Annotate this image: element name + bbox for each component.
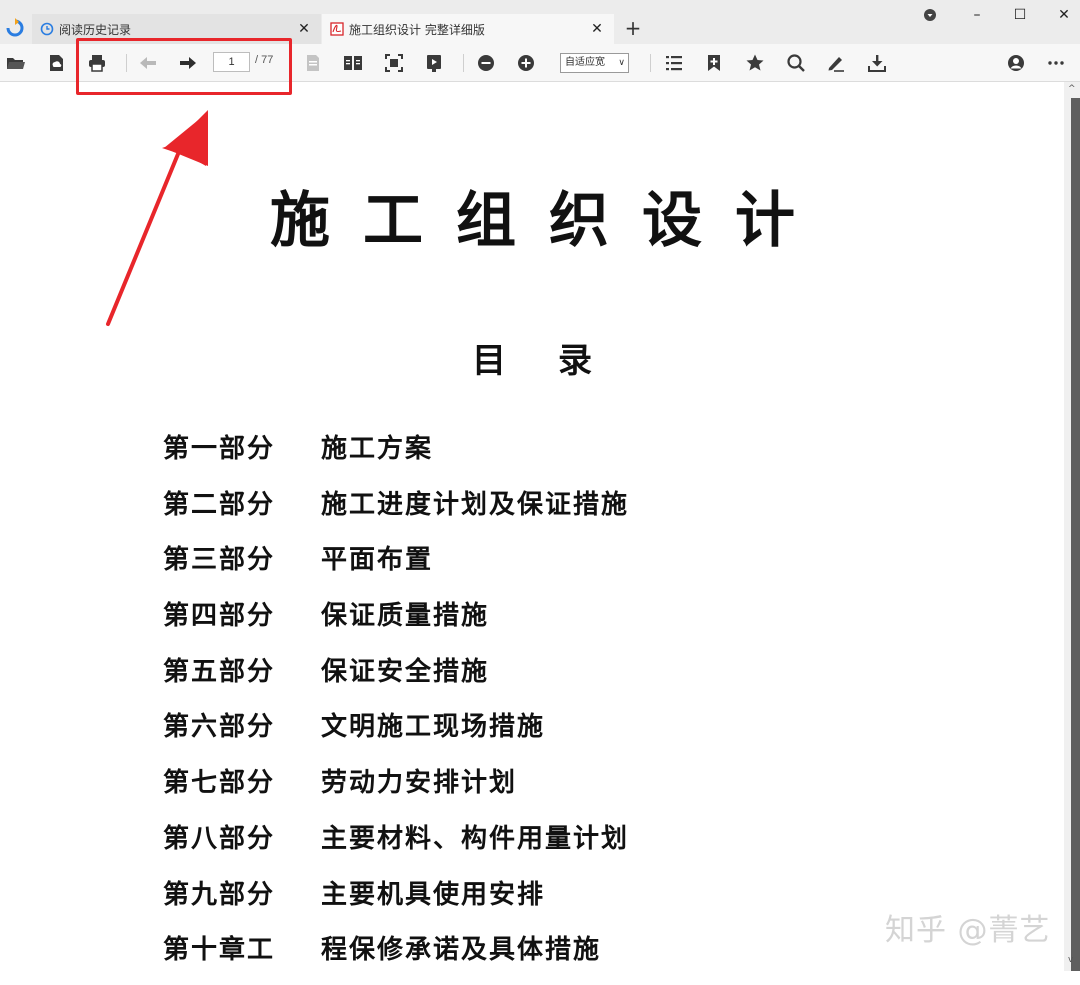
pdf-icon	[330, 22, 344, 36]
history-icon	[40, 22, 54, 36]
zoom-select[interactable]: 自适应宽 ∨	[560, 53, 629, 73]
download-icon[interactable]	[867, 53, 887, 73]
toolbar-divider	[650, 54, 651, 72]
tab-document[interactable]: 施工组织设计 完整详细版 ✕	[322, 14, 614, 44]
annotation-arrow-icon	[106, 110, 208, 326]
more-options-icon[interactable]	[1046, 53, 1066, 73]
toc-part-label: 第二部分	[163, 489, 276, 520]
close-window-button[interactable]: ✕	[1051, 4, 1077, 26]
account-menu-icon[interactable]	[917, 4, 943, 26]
toc-title: 保证安全措施	[321, 656, 490, 687]
zoom-in-icon[interactable]	[516, 53, 536, 73]
annotate-pen-icon[interactable]	[826, 53, 846, 73]
toc-title: 施工方案	[321, 434, 434, 464]
user-account-icon[interactable]	[1006, 53, 1026, 73]
scrollbar-thumb[interactable]	[1071, 98, 1080, 971]
fit-page-icon[interactable]	[384, 53, 404, 73]
outline-list-icon[interactable]	[664, 53, 684, 73]
toc-part-label: 第十章工	[163, 935, 276, 966]
toc-part-label: 第四部分	[163, 601, 276, 632]
two-page-icon[interactable]	[343, 53, 363, 73]
new-tab-button[interactable]: +	[622, 17, 644, 39]
zoom-out-icon[interactable]	[476, 53, 496, 73]
toc-title: 主要材料、构件用量计划	[321, 823, 630, 854]
toc-part-label: 第七部分	[163, 768, 276, 799]
add-bookmark-icon[interactable]	[704, 53, 724, 73]
toc-part-label: 第三部分	[163, 545, 276, 576]
minimize-button[interactable]: –	[964, 4, 990, 26]
toc-title: 保证质量措施	[321, 601, 490, 632]
toc-title: 程保修承诺及具体措施	[321, 935, 602, 966]
watermark: 知乎 @菁艺	[885, 913, 1051, 948]
app-logo-icon	[6, 18, 24, 37]
presentation-icon[interactable]	[424, 53, 444, 73]
toc-part-label: 第九部分	[163, 879, 276, 910]
star-icon[interactable]	[745, 53, 765, 73]
toc-part-label: 第八部分	[163, 823, 276, 854]
scroll-down-icon[interactable]: v	[1068, 955, 1073, 965]
toc-part-label: 第一部分	[163, 434, 276, 464]
highlight-box-annotation	[76, 38, 292, 95]
chevron-down-icon: ∨	[618, 58, 625, 68]
toc-title: 施工进度计划及保证措施	[321, 489, 630, 520]
toc-title: 平面布置	[321, 545, 434, 576]
maximize-button[interactable]: ☐	[1007, 4, 1033, 26]
zoom-select-label: 自适应宽	[565, 57, 605, 68]
close-tab-icon[interactable]: ✕	[295, 21, 313, 37]
toolbar-divider	[463, 54, 464, 72]
toc-title: 文明施工现场措施	[321, 712, 546, 743]
tab-label: 阅读历史记录	[59, 22, 132, 37]
open-folder-icon[interactable]	[6, 53, 26, 73]
scroll-up-icon[interactable]: ^	[1068, 84, 1076, 94]
cloud-file-icon[interactable]	[46, 53, 66, 73]
tab-label: 施工组织设计 完整详细版	[349, 22, 485, 37]
search-icon[interactable]	[786, 53, 806, 73]
close-tab-icon[interactable]: ✕	[588, 21, 606, 37]
toc-part-label: 第五部分	[163, 656, 276, 687]
single-page-icon[interactable]	[303, 53, 323, 73]
toc-part-label: 第六部分	[163, 712, 276, 743]
toc-title: 主要机具使用安排	[321, 879, 546, 910]
toc-title: 劳动力安排计划	[321, 768, 518, 799]
toc-heading: 目录	[472, 341, 644, 381]
